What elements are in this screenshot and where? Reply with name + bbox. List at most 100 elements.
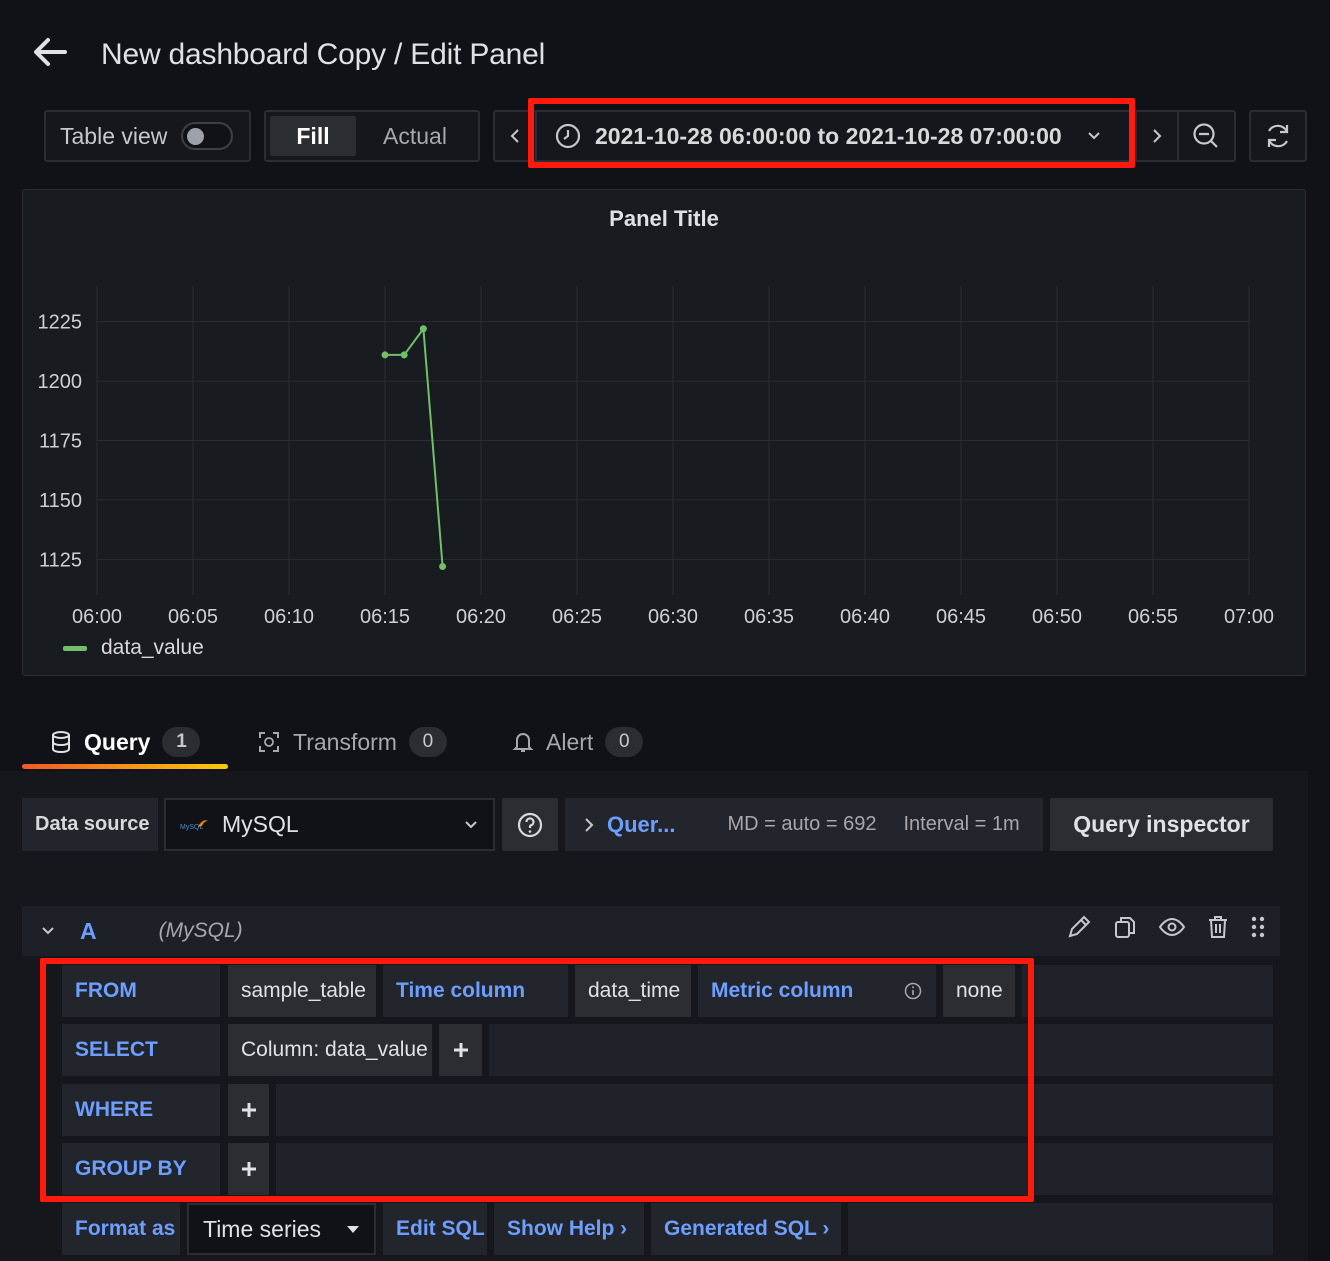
time-range-text: 2021-10-28 06:00:00 to 2021-10-28 07:00:… [595,122,1062,149]
format-row-filler [848,1203,1273,1255]
drag-handle-icon[interactable] [1250,914,1266,940]
pencil-icon[interactable] [1066,914,1092,940]
chevron-right-icon [1153,129,1162,143]
tab-alert-label: Alert [546,728,594,755]
plus-icon [241,1103,256,1117]
metric-column-label: Metric column [711,979,854,1002]
tab-transform[interactable]: Transform 0 [257,722,447,762]
arrow-left-icon [34,38,67,66]
refresh-icon [1267,124,1289,148]
collapse-query-button[interactable] [36,925,60,937]
x-tick-label: 06:25 [552,606,602,628]
page-title: New dashboard Copy / Edit Panel [101,38,546,71]
x-tick-label: 07:00 [1224,606,1274,628]
from-keyword: FROM [62,965,220,1017]
query-inspector-button[interactable]: Query inspector [1050,798,1273,851]
legend-swatch [63,645,87,651]
chevron-left-icon [510,129,519,143]
tab-transform-count: 0 [408,727,447,757]
group-by-add-button[interactable] [228,1143,269,1195]
datasource-help-button[interactable] [502,798,558,851]
from-table-select[interactable]: sample_table [228,965,376,1017]
where-keyword: WHERE [62,1084,220,1136]
select-add-button[interactable] [439,1024,482,1076]
tab-query-count: 1 [162,727,201,757]
x-tick-label: 06:05 [168,606,218,628]
transform-icon [259,732,279,752]
time-shift-forward-button[interactable] [1135,112,1177,160]
tab-query-label: Query [84,728,151,755]
actual-option[interactable]: Actual [356,116,474,156]
y-tick-label: 1150 [39,490,82,512]
time-picker: 2021-10-28 06:00:00 to 2021-10-28 07:00:… [493,110,1236,162]
format-as-value: Time series [203,1215,321,1242]
graph-panel: Panel Title 06:00 06:05 06:10 06:15 06:20 06:… [22,189,1306,676]
tab-query[interactable]: Query 1 [50,722,201,762]
info-circle-icon[interactable] [904,982,922,1000]
back-arrow-button[interactable] [30,32,70,72]
clock-icon [555,123,581,149]
query-datasource-name: (MySQL) [158,919,243,942]
x-tick-label: 06:10 [264,606,314,628]
time-shift-back-button[interactable] [495,112,537,160]
datasource-label: Data source [22,798,158,851]
interval-info: Interval = 1m [903,813,1020,835]
x-tick-label: 06:00 [72,606,122,628]
y-tick-label: 1200 [38,371,83,393]
query-options-link[interactable]: Quer... [607,812,675,838]
tab-transform-label: Transform [293,728,397,755]
chevron-right-icon [585,817,594,832]
datasource-select[interactable]: MySQL MySQL [164,798,495,851]
eye-icon[interactable] [1158,914,1186,940]
data-point [381,351,389,359]
table-view-toggle[interactable]: Table view [44,110,251,162]
fill-option[interactable]: Fill [270,116,356,156]
y-tick-label: 1175 [39,431,82,453]
from-row-filler [1022,965,1273,1017]
chevron-down-icon [1088,132,1100,140]
edit-sql-button[interactable]: Edit SQL [383,1203,487,1255]
show-help-button[interactable]: Show Help › [494,1203,644,1255]
group-by-keyword: GROUP BY [62,1143,220,1195]
x-tick-label: 06:40 [840,606,890,628]
chart-legend[interactable]: data_value [63,636,204,660]
format-as-select[interactable]: Time series [187,1203,376,1255]
x-tick-label: 06:50 [1032,606,1082,628]
zoom-out-button[interactable] [1177,112,1232,160]
query-actions [1066,914,1266,940]
copy-icon[interactable] [1112,914,1138,940]
time-series-chart[interactable]: 06:00 06:05 06:10 06:15 06:20 06:25 06:30 06:35… [23,190,1307,677]
bell-icon [512,733,534,752]
x-tick-label: 06:35 [744,606,794,628]
generated-sql-button[interactable]: Generated SQL › [651,1203,841,1255]
time-column-select[interactable]: data_time [575,965,691,1017]
zoom-out-icon [1192,123,1218,148]
table-view-label: Table view [60,122,168,149]
datasource-selected: MySQL [222,811,299,837]
plus-icon [241,1162,256,1176]
question-circle-icon [517,812,543,837]
x-tick-label: 06:20 [456,606,506,628]
table-view-switch[interactable] [181,122,234,150]
x-tick-label: 06:45 [936,606,986,628]
tab-alert-count: 0 [605,727,644,757]
metric-column-select[interactable]: none [943,965,1015,1017]
where-add-button[interactable] [228,1084,269,1136]
x-tick-label: 06:15 [360,606,410,628]
select-column-part[interactable]: Column: data_value [228,1024,432,1076]
series-line [385,326,444,567]
plus-icon [453,1043,468,1057]
y-tick-label: 1225 [38,312,83,334]
query-options-bar[interactable]: Quer... MD = auto = 692 Interval = 1m [565,798,1043,851]
active-tab-indicator [22,764,228,769]
refresh-button[interactable] [1249,110,1307,162]
caret-down-icon [347,1226,359,1233]
mysql-logo-icon: MySQL [180,819,208,831]
tab-alert[interactable]: Alert 0 [512,722,644,762]
query-letter[interactable]: A [80,918,97,945]
time-range-picker-button[interactable]: 2021-10-28 06:00:00 to 2021-10-28 07:00:… [537,112,1135,160]
trash-icon[interactable] [1206,914,1230,940]
data-point [439,562,447,570]
chevron-down-icon [465,820,477,828]
group-by-row-filler [276,1143,1273,1195]
